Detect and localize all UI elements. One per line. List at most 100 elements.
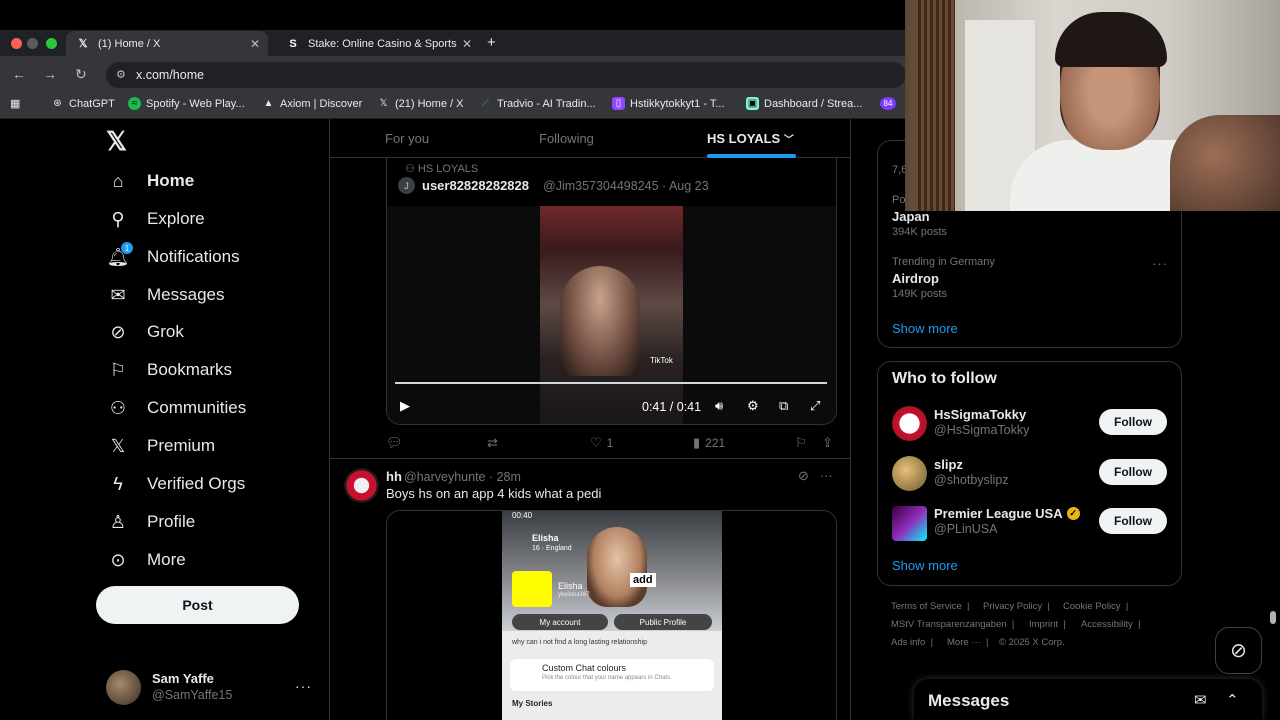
new-message-icon[interactable]: ✉ xyxy=(1194,691,1207,709)
community-name: HS LOYALS xyxy=(417,163,479,175)
bookmark-badge[interactable]: 84 xyxy=(880,97,901,110)
follow-button[interactable]: Follow xyxy=(1099,409,1167,435)
scrollbar-thumb[interactable] xyxy=(1270,611,1276,624)
snap-status-time: 00:40 xyxy=(512,511,533,520)
nav-messages[interactable]: ✉ Messages xyxy=(106,280,224,310)
follow-button[interactable]: Follow xyxy=(1099,508,1167,534)
close-tab-icon[interactable]: ✕ xyxy=(462,37,472,51)
x-logo-icon[interactable]: 𝕏 xyxy=(106,126,127,157)
tab-following[interactable]: Following xyxy=(539,131,594,146)
nav-premium[interactable]: 𝕏 Premium xyxy=(106,431,215,461)
volume-icon[interactable]: 🔊︎ xyxy=(715,398,723,414)
close-window-button[interactable] xyxy=(11,38,22,49)
grok-icon[interactable]: ⊘ xyxy=(798,468,809,483)
footer-link[interactable]: Terms of Service | xyxy=(891,601,970,612)
search-icon: ⚲ xyxy=(111,208,125,229)
like-button[interactable]: ♡ 1 xyxy=(590,435,613,451)
forward-icon[interactable]: → xyxy=(43,66,57,82)
avatar[interactable]: J xyxy=(398,177,415,194)
avatar[interactable] xyxy=(106,670,141,705)
tab-hs-loyals[interactable]: HS LOYALS ﹀ xyxy=(707,131,794,146)
account-name: Sam Yaffe xyxy=(152,671,214,686)
suggest-name[interactable]: slipz xyxy=(934,457,963,472)
account-more-icon[interactable]: ··· xyxy=(295,678,312,694)
follow-button[interactable]: Follow xyxy=(1099,459,1167,485)
person-hair xyxy=(1055,12,1167,67)
view-count: 221 xyxy=(705,436,726,450)
post-image[interactable]: 00:40 Elisha 16 · England Elisha ykelish… xyxy=(386,510,837,720)
browser-tab-home[interactable]: 𝕏 (1) Home / X ✕ xyxy=(66,31,268,56)
footer-link[interactable]: More ··· | xyxy=(947,637,989,648)
axiom-icon: ▲ xyxy=(263,98,274,109)
back-icon[interactable]: ← xyxy=(12,66,26,82)
avatar[interactable] xyxy=(344,468,379,503)
reply-button[interactable]: 💬︎ xyxy=(386,435,408,451)
post-author[interactable]: user82828282828 xyxy=(422,178,529,193)
post-card-video[interactable]: ⚇ HS LOYALS J user82828282828 @Jim357304… xyxy=(386,156,837,425)
avatar[interactable] xyxy=(892,406,927,441)
maximize-window-button[interactable] xyxy=(46,38,57,49)
nav-home[interactable]: ⌂ Home xyxy=(106,166,195,196)
nav-more[interactable]: ⊙ More xyxy=(106,545,185,575)
footer-link[interactable]: Privacy Policy | xyxy=(983,601,1050,612)
nav-notifications[interactable]: 🔔︎ 1 Notifications xyxy=(106,242,240,272)
views-button[interactable]: ▮ 221 xyxy=(693,435,725,451)
nav-grok[interactable]: ⊘ Grok xyxy=(106,317,184,347)
footer-link[interactable]: Ads info | xyxy=(891,637,933,648)
new-tab-button[interactable]: + xyxy=(487,34,496,51)
more-icon[interactable]: ··· xyxy=(820,468,833,483)
bookmark-axiom[interactable]: ▲ Axiom | Discover xyxy=(262,97,363,110)
video-player[interactable]: TikTok ▶ 0:41 / 0:41 🔊︎ ⚙ ⧉ ⤢ xyxy=(387,206,836,424)
minimize-window-button[interactable] xyxy=(27,38,38,49)
trend-more-icon[interactable]: ··· xyxy=(1152,256,1168,271)
close-tab-icon[interactable]: ✕ xyxy=(250,37,260,51)
nav-explore[interactable]: ⚲ Explore xyxy=(106,204,204,234)
site-info-icon[interactable]: ⚙ xyxy=(116,68,126,81)
reload-icon[interactable]: ↻ xyxy=(75,66,87,83)
bookmark-twitch[interactable]: ▯ Hstikkytokkyt1 - T... xyxy=(612,97,725,110)
footer-link[interactable]: Imprint | xyxy=(1029,619,1066,630)
post-author[interactable]: hh xyxy=(386,469,402,484)
trend-topic[interactable]: Airdrop xyxy=(892,271,939,286)
nav-profile[interactable]: ♙ Profile xyxy=(106,507,195,537)
post-button[interactable]: Post xyxy=(96,586,299,624)
nav-verified-orgs[interactable]: ϟ Verified Orgs xyxy=(106,469,245,499)
avatar[interactable] xyxy=(892,456,927,491)
bookmark-spotify[interactable]: ≈ Spotify - Web Play... xyxy=(128,97,245,110)
grok-floating-button[interactable]: ⊘ xyxy=(1215,627,1262,674)
bookmark-tradvio[interactable]: ⟋ Tradvio - AI Tradin... xyxy=(479,97,596,110)
address-bar[interactable]: ⚙ x.com/home xyxy=(106,62,906,88)
fullscreen-icon[interactable]: ⤢ xyxy=(810,398,820,414)
nav-label: Grok xyxy=(147,322,184,341)
pip-icon[interactable]: ⧉ xyxy=(779,398,788,414)
trends-show-more[interactable]: Show more xyxy=(892,321,958,336)
tab-title: (1) Home / X xyxy=(98,37,161,50)
tiktok-watermark: TikTok xyxy=(650,356,673,365)
video-time: 0:41 / 0:41 xyxy=(642,400,702,414)
bookmark-x-home[interactable]: 𝕏 (21) Home / X xyxy=(377,97,463,110)
footer-link[interactable]: Cookie Policy | xyxy=(1063,601,1128,612)
suggest-name[interactable]: Premier League USA ✓ xyxy=(934,506,1080,521)
tab-for-you[interactable]: For you xyxy=(385,131,429,146)
footer-link[interactable]: MStV Transparenzangaben | xyxy=(891,619,1014,630)
bookmark-button[interactable]: ⚐ xyxy=(795,435,812,451)
bookmark-streamlabs[interactable]: ▣ Dashboard / Strea... xyxy=(746,97,862,110)
nav-label: Notifications xyxy=(147,247,240,266)
expand-up-icon[interactable]: ⌃ xyxy=(1226,691,1239,709)
video-progress-bar[interactable] xyxy=(395,382,827,384)
bookmark-chatgpt[interactable]: ⊛ ChatGPT xyxy=(51,97,115,110)
suggest-name[interactable]: HsSigmaTokky xyxy=(934,407,1026,422)
nav-communities[interactable]: ⚇ Communities xyxy=(106,393,246,423)
nav-bookmarks[interactable]: ⚐ Bookmarks xyxy=(106,355,232,385)
play-icon[interactable]: ▶ xyxy=(400,398,410,414)
avatar[interactable] xyxy=(892,506,927,541)
trend-topic[interactable]: Japan xyxy=(892,209,930,224)
who-to-follow-show-more[interactable]: Show more xyxy=(892,558,958,573)
footer-link[interactable]: Accessibility | xyxy=(1081,619,1141,630)
apps-grid-icon[interactable]: ▦ xyxy=(10,97,20,110)
share-button[interactable]: ⇪ xyxy=(822,435,838,451)
community-label[interactable]: ⚇ HS LOYALS xyxy=(405,162,478,175)
browser-tab-stake[interactable]: S Stake: Online Casino & Sports ✕ xyxy=(276,31,480,56)
settings-icon[interactable]: ⚙ xyxy=(747,398,759,414)
repost-button[interactable]: ⇄ xyxy=(487,435,503,451)
